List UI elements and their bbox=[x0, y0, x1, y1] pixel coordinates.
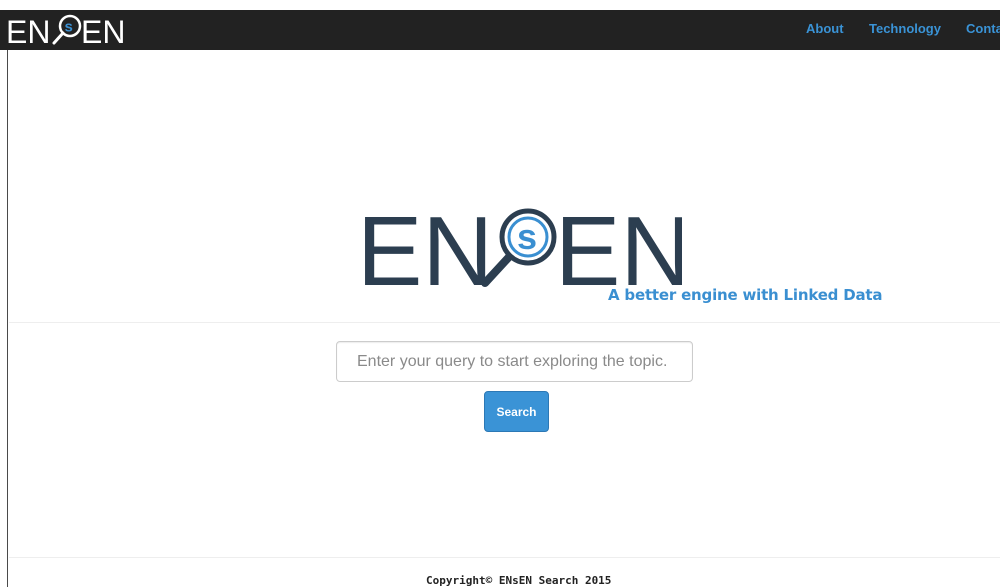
svg-text:EN: EN bbox=[81, 14, 125, 48]
nav-link-contact[interactable]: Conta bbox=[966, 21, 1000, 36]
svg-text:EN: EN bbox=[357, 205, 493, 293]
search-input[interactable] bbox=[336, 341, 693, 382]
footer-copyright: Copyright© ENsEN Search 2015 bbox=[426, 574, 612, 587]
footer-divider bbox=[9, 557, 1000, 558]
navbar: EN s EN About Technology Conta bbox=[0, 10, 1000, 50]
ensen-logo-small-icon: EN s EN bbox=[6, 14, 125, 50]
svg-text:EN: EN bbox=[6, 14, 50, 48]
nav-link-about[interactable]: About bbox=[806, 21, 844, 36]
svg-text:EN: EN bbox=[555, 205, 682, 293]
search-button[interactable]: Search bbox=[484, 391, 549, 432]
window-top-strip bbox=[0, 0, 1000, 10]
hero-divider bbox=[9, 322, 1000, 323]
window-left-edge bbox=[0, 50, 8, 587]
svg-text:s: s bbox=[517, 216, 537, 257]
hero-tagline: A better engine with Linked Data bbox=[608, 286, 883, 304]
svg-text:s: s bbox=[65, 19, 73, 36]
navbar-brand-logo[interactable]: EN s EN bbox=[6, 12, 138, 50]
nav-link-technology[interactable]: Technology bbox=[869, 21, 941, 36]
ensen-logo-large-icon: EN s EN bbox=[357, 196, 691, 306]
hero-logo: EN s EN bbox=[357, 196, 691, 306]
